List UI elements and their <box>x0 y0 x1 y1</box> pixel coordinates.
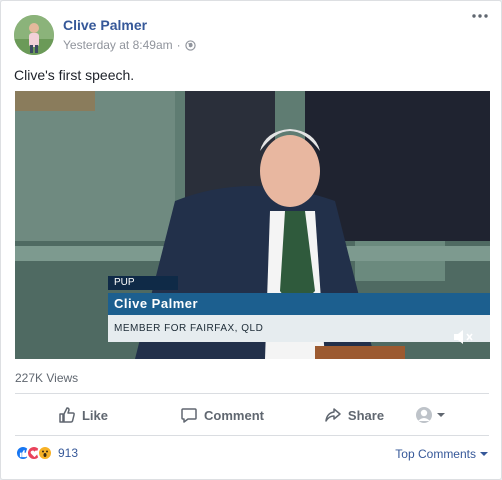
globe-icon[interactable] <box>184 39 196 51</box>
comment-sort-label: Top Comments <box>395 447 476 461</box>
party-tag: PUP <box>108 276 178 290</box>
meta-separator: · <box>176 38 181 52</box>
share-arrow-icon <box>324 406 342 424</box>
post-timestamp[interactable]: Yesterday at 8:49am <box>63 38 173 52</box>
comment-icon <box>180 406 198 424</box>
like-button[interactable]: Like <box>35 406 131 424</box>
share-button[interactable]: Share <box>309 406 399 424</box>
comment-button[interactable]: Comment <box>163 406 281 424</box>
video-player[interactable]: PUP Clive Palmer MEMBER FOR FAIRFAX, QLD <box>15 91 490 359</box>
post-meta: Yesterday at 8:49am · <box>63 38 196 52</box>
post-card: Clive Palmer Yesterday at 8:49am · Clive… <box>0 0 502 480</box>
profile-selector-button[interactable] <box>415 406 446 424</box>
divider <box>15 393 489 394</box>
chevron-down-icon <box>436 411 446 419</box>
action-bar: Like Comment Share <box>15 397 489 433</box>
comment-sort-dropdown[interactable]: Top Comments <box>395 447 488 461</box>
more-options-icon[interactable] <box>472 13 488 19</box>
author-name[interactable]: Clive Palmer <box>63 17 147 33</box>
reaction-count[interactable]: 913 <box>58 446 78 460</box>
thumbs-up-icon <box>58 406 76 424</box>
comment-label: Comment <box>204 407 264 423</box>
caret-down-icon <box>480 451 488 457</box>
post-text: Clive's first speech. <box>14 67 135 83</box>
caption-title: MEMBER FOR FAIRFAX, QLD <box>108 315 490 342</box>
wow-icon <box>37 445 53 461</box>
reaction-summary[interactable]: 913 <box>15 445 78 461</box>
share-label: Share <box>347 407 385 423</box>
profile-selector-icon <box>415 406 433 424</box>
view-count: 227K Views <box>15 371 79 385</box>
divider <box>15 435 489 436</box>
speaker-muted-icon[interactable] <box>452 327 476 347</box>
author-avatar[interactable] <box>14 15 54 55</box>
caption-name: Clive Palmer <box>108 293 490 315</box>
like-label: Like <box>81 407 108 423</box>
